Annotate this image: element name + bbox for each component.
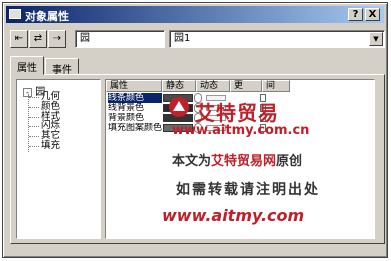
row-label: 线背景色 <box>108 103 145 113</box>
property-tree: - 园 几何 颜色 样式 闪烁 其它 填充 <box>16 79 101 239</box>
watermark-brand: 艾特贸易 <box>195 101 279 125</box>
link-icon[interactable]: ⇄ <box>29 30 47 48</box>
watermark-logo-icon <box>169 97 189 117</box>
object-select-value: 园1 <box>174 33 191 44</box>
watermark-url: www.aitmy.com.cn <box>172 123 310 138</box>
tab-events[interactable]: 事件 <box>45 58 79 76</box>
app-icon <box>9 9 21 19</box>
watermark-notice-prefix: 本文为 <box>172 154 212 169</box>
watermark-notice: 本文为艾特贸易网原创 <box>172 150 302 169</box>
object-select[interactable]: 园1 ▼ <box>169 30 385 48</box>
watermark-notice-suffix: 原创 <box>276 154 303 169</box>
column-header-property[interactable]: 属性 <box>106 80 162 92</box>
watermark-url-large: www.aitmy.com <box>162 206 305 225</box>
window-title: 对象属性 <box>25 10 69 23</box>
pin-icon[interactable]: ⇤ <box>10 30 28 48</box>
row-label: 背景颜色 <box>108 113 145 123</box>
column-header-update[interactable]: 更 <box>230 80 262 92</box>
row-label: 线条颜色 <box>108 93 162 103</box>
edit-icon[interactable]: ⇢ <box>48 30 66 48</box>
watermark-reprint-notice: 如需转载请注明出处 <box>176 182 320 198</box>
watermark-notice-brand: 艾特贸易网 <box>211 154 277 169</box>
tree-line <box>28 94 29 152</box>
tree-children: 几何 颜色 样式 闪烁 其它 填充 <box>28 92 60 151</box>
close-button[interactable]: X <box>365 8 380 21</box>
column-header-dynamic[interactable]: 动态 <box>196 80 230 92</box>
row-label: 填充图案颜色 <box>108 123 162 133</box>
object-name-field[interactable]: 园 <box>75 30 165 48</box>
tree-item-fill[interactable]: 填充 <box>28 141 60 151</box>
chevron-down-icon[interactable]: ▼ <box>369 32 383 46</box>
help-button[interactable]: ? <box>348 8 363 21</box>
column-header-interval[interactable]: 间 <box>262 80 290 92</box>
tab-properties[interactable]: 属性 <box>10 56 44 75</box>
column-header-static[interactable]: 静态 <box>162 80 196 92</box>
title-bar[interactable]: 对象属性 ? X <box>6 6 384 23</box>
